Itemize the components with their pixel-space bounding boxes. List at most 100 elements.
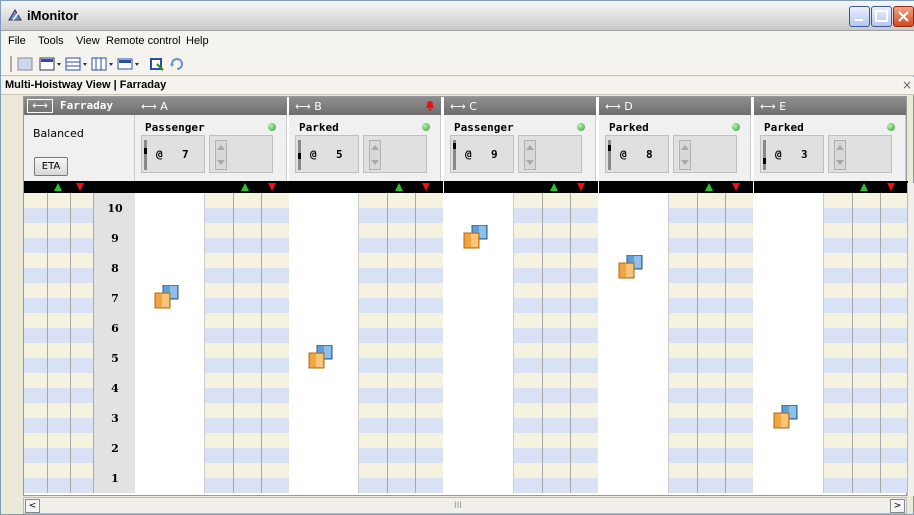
elevator-car-icon[interactable] <box>154 285 180 309</box>
floor-stripe <box>824 283 908 298</box>
layout-grid-icon[interactable] <box>39 56 63 72</box>
group-name: Farraday <box>60 99 113 112</box>
floor-stripe <box>514 313 598 328</box>
alarm-bell-icon <box>426 101 434 111</box>
floor-stripe <box>359 388 443 403</box>
window-title: iMonitor <box>27 8 79 23</box>
door-spinner[interactable] <box>369 140 381 170</box>
menu-tools[interactable]: Tools <box>38 35 64 47</box>
menu-remote-control[interactable]: Remote control <box>106 35 181 47</box>
elevator-car-icon[interactable] <box>618 255 644 279</box>
vertical-scrollbar[interactable] <box>907 183 914 496</box>
car-label[interactable]: ⟷ A <box>141 100 168 113</box>
car-position-display: @ 8 <box>605 135 669 173</box>
horizontal-split-icon[interactable] <box>65 56 89 72</box>
scroll-grip[interactable]: III <box>454 501 462 511</box>
car-position-display: @ 7 <box>141 135 205 173</box>
floor-label: 2 <box>111 442 119 455</box>
floor-stripe <box>669 328 753 343</box>
floor-stripe <box>359 268 443 283</box>
car-hall-calls <box>824 193 908 493</box>
car-direction-bar <box>754 181 908 193</box>
close-button[interactable] <box>893 6 914 27</box>
horizontal-scrollbar[interactable]: < III > <box>23 497 907 514</box>
floor-stripe <box>24 313 93 328</box>
floor-stripe <box>205 448 289 463</box>
elevator-car-icon[interactable] <box>308 345 334 369</box>
floor-stripe <box>205 478 289 493</box>
car-label[interactable]: ⟷ C <box>450 100 477 113</box>
car-mode: Parked <box>609 121 649 134</box>
floor-stripe <box>24 223 93 238</box>
eta-button[interactable]: ETA <box>34 157 68 176</box>
car-floor: 7 <box>182 148 189 161</box>
floor-label: 3 <box>111 412 119 425</box>
floor-stripe <box>514 253 598 268</box>
car-header: ⟷ E <box>754 97 906 115</box>
group-direction-bar <box>24 181 135 193</box>
door-spinner[interactable] <box>834 140 846 170</box>
floor-stripe <box>514 223 598 238</box>
at-symbol: @ <box>620 148 627 161</box>
at-symbol: @ <box>465 148 472 161</box>
panel-icon[interactable] <box>117 56 141 72</box>
floor-stripe <box>669 193 753 208</box>
floor-stripe <box>24 298 93 313</box>
car-direction-bar <box>599 181 753 193</box>
hall-call-divider <box>70 193 71 493</box>
status-indicator-icon <box>577 123 585 131</box>
menu-file[interactable]: File <box>8 35 26 47</box>
minimize-button[interactable] <box>849 6 870 27</box>
car-header: ⟷ A <box>135 97 287 115</box>
car-column-b: ⟷ B Parked @ 5 <box>289 97 443 497</box>
car-label[interactable]: ⟷ E <box>760 100 786 113</box>
scroll-left-button[interactable]: < <box>25 499 40 513</box>
refresh-icon[interactable] <box>169 56 185 72</box>
maximize-button[interactable] <box>871 6 892 27</box>
car-direction-bar <box>135 181 289 193</box>
door-control[interactable] <box>828 135 892 173</box>
floor-stripe <box>359 193 443 208</box>
panel-close-button[interactable]: × <box>902 78 912 92</box>
floor-stripe <box>669 463 753 478</box>
car-label[interactable]: ⟷ B <box>295 100 322 113</box>
door-control[interactable] <box>209 135 273 173</box>
floor-stripe <box>24 403 93 418</box>
group-arrow-icon[interactable]: ⟷ <box>27 99 53 113</box>
door-spinner[interactable] <box>524 140 536 170</box>
export-icon[interactable] <box>149 56 165 72</box>
car-floor: 9 <box>491 148 498 161</box>
menu-view[interactable]: View <box>76 35 100 47</box>
car-info: Parked @ 8 <box>599 115 751 181</box>
floor-label: 10 <box>107 202 123 215</box>
floor-stripe <box>669 403 753 418</box>
elevator-car-icon[interactable] <box>463 225 489 249</box>
door-control[interactable] <box>518 135 582 173</box>
door-control[interactable] <box>363 135 427 173</box>
door-control[interactable] <box>673 135 737 173</box>
floor-stripe <box>205 208 289 223</box>
view-icon[interactable] <box>17 56 33 72</box>
up-arrow-icon <box>241 183 249 191</box>
elevator-car-icon[interactable] <box>773 405 799 429</box>
menu-help[interactable]: Help <box>186 35 209 47</box>
car-label[interactable]: ⟷ D <box>605 100 633 113</box>
floor-stripe <box>24 193 93 208</box>
floor-stripe <box>205 373 289 388</box>
up-arrow-icon <box>705 183 713 191</box>
car-info: Passenger @ 9 <box>444 115 596 181</box>
group-hall-calls <box>24 193 93 493</box>
up-arrow-icon <box>395 183 403 191</box>
vertical-split-icon[interactable] <box>91 56 115 72</box>
car-hall-calls <box>514 193 598 493</box>
up-arrow-icon <box>550 183 558 191</box>
door-spinner[interactable] <box>215 140 227 170</box>
floor-stripe <box>669 283 753 298</box>
door-spinner[interactable] <box>679 140 691 170</box>
floor-stripe <box>669 418 753 433</box>
toolbar <box>1 52 914 76</box>
position-indicator <box>608 145 611 152</box>
scroll-right-button[interactable]: > <box>890 499 905 513</box>
position-gauge <box>453 140 456 170</box>
car-info: Parked @ 3 <box>754 115 906 181</box>
